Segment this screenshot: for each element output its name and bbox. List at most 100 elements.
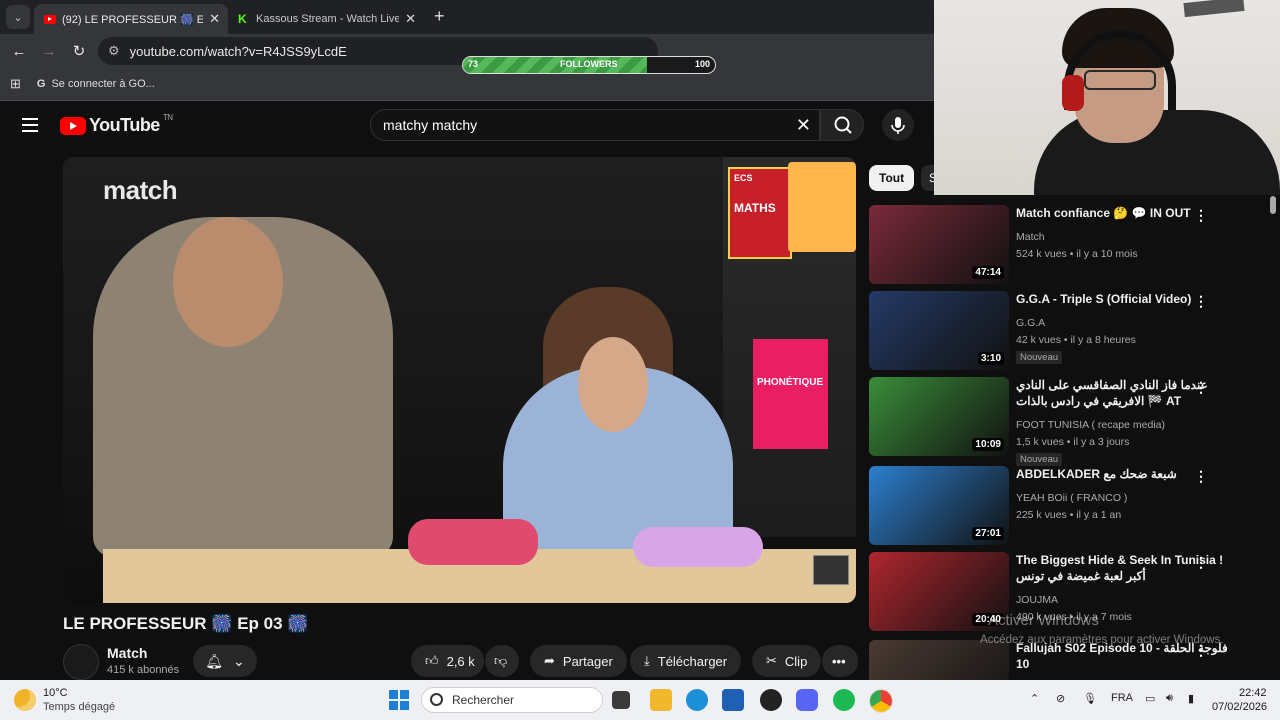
video-thumbnail[interactable]: 3:10 [869,291,1009,370]
followers-goal: 100 [694,59,710,69]
close-tab-icon[interactable]: ✕ [405,11,416,27]
video-meta: 225 k vues • il y a 1 an [1016,509,1122,521]
search-button[interactable] [820,109,864,141]
video-player[interactable]: ECS MATHS PHONÉTIQUE match [63,157,856,603]
search-icon [834,116,852,134]
followers-goal-bar: 73 FOLLOWERS 100 [462,56,716,74]
weather-desc[interactable]: Temps dégagé [43,701,115,713]
maths-book: ECS MATHS [728,167,792,259]
clock-time[interactable]: 22:42 [1239,687,1267,699]
clear-search-icon[interactable]: ✕ [796,110,811,140]
glasses [1084,70,1156,90]
site-info-icon[interactable]: ⚙ [108,43,120,59]
more-actions-button[interactable]: ••• [822,645,858,677]
scrollbar-thumb[interactable] [1270,196,1276,214]
recommendation-item[interactable]: 27:01 ABDELKADER شبعة ضحك مع YEAH BOii ( F… [869,466,1269,546]
tab-search-button[interactable]: ⌄ [6,5,30,29]
reload-icon[interactable]: ↻ [64,42,94,60]
download-button[interactable]: ⤓ Télécharger [630,645,742,677]
subscriber-count: 415 k abonnés [107,664,180,676]
youtube-logo[interactable]: YouTube TN [60,113,173,136]
edge-icon[interactable] [686,689,708,711]
more-vertical-icon[interactable]: ⋮ [1194,207,1208,224]
purple-pencil-case [633,527,763,567]
more-vertical-icon[interactable]: ⋮ [1194,379,1208,396]
windows-start-icon[interactable] [389,690,409,710]
discord-icon[interactable] [796,689,818,711]
subscription-bell-button[interactable]: 🔔︎ ⌄ [193,645,257,677]
dislike-button[interactable]: 👎︎ [485,645,519,677]
channel-avatar[interactable] [63,644,99,680]
bookmark-item[interactable]: Se connecter à GO... [51,78,154,90]
channel-name[interactable]: Match [107,645,147,661]
kick-favicon-icon: K [238,12,247,26]
channel-name[interactable]: G.G.A [1016,317,1045,329]
recommendation-item[interactable]: 3:10 G.G.A - Triple S (Official Video) G.G… [869,291,1269,371]
volume-icon[interactable]: 🔊︎ [1166,692,1173,705]
chip-next[interactable]: S [921,165,934,191]
book-label: MATHS [734,201,776,215]
language-indicator[interactable]: FRA [1111,692,1133,704]
share-button[interactable]: ➦ Partager [530,645,627,677]
close-tab-icon[interactable]: ✕ [209,11,220,27]
battery-icon[interactable]: ▮ [1188,692,1194,705]
file-explorer-icon[interactable] [650,689,672,711]
task-view-icon[interactable] [612,691,630,709]
store-icon[interactable] [722,689,744,711]
network-off-icon[interactable]: ⊘ [1056,692,1065,705]
video-meta: 524 k vues • il y a 10 mois [1016,248,1138,260]
chevron-up-icon[interactable]: ⌃ [1030,692,1039,705]
menu-icon[interactable] [22,118,38,136]
weather-moon-icon[interactable] [14,689,36,711]
weather-temp[interactable]: 10°C [43,687,68,699]
more-horizontal-icon: ••• [832,653,846,669]
search-input[interactable]: matchy matchy ✕ [370,109,820,141]
book-label: ECS [734,173,753,183]
clip-button[interactable]: ✂ Clip [752,645,822,677]
chrome-icon[interactable] [869,689,893,713]
video-thumbnail[interactable]: 10:09 [869,377,1009,456]
video-duration: 27:01 [972,527,1004,540]
download-label: Télécharger [657,653,728,669]
video-thumbnail[interactable]: 47:14 [869,205,1009,284]
channel-name[interactable]: Match [1016,231,1045,243]
video-thumbnail[interactable]: 27:01 [869,466,1009,545]
channel-name[interactable]: FOOT TUNISIA ( recape media) [1016,419,1165,431]
taskbar-search[interactable]: Rechercher [421,687,603,713]
apps-icon[interactable]: ⊞ [10,76,21,92]
tab-kassous[interactable]: K Kassous Stream - Watch Live on ✕ [228,4,424,34]
video-meta: 42 k vues • il y a 8 heures [1016,334,1136,346]
man-head [173,217,283,347]
kids-book [788,162,856,252]
channel-name[interactable]: YEAH BOii ( FRANCO ) [1016,492,1127,504]
recommendation-item[interactable]: 10:09 عندما فاز النادي الصفاقسي على الناد… [869,377,1269,466]
download-icon: ⤓ [644,653,650,668]
forward-icon[interactable]: → [34,43,64,60]
more-vertical-icon[interactable]: ⋮ [1194,554,1208,571]
spotify-icon[interactable] [833,689,855,711]
search-icon [430,693,443,706]
video-duration: 47:14 [972,266,1004,279]
like-count: 2,6 k [446,653,475,669]
more-vertical-icon[interactable]: ⋮ [1194,293,1208,310]
chevron-down-icon: ⌄ [233,652,245,669]
region-code: TN [162,113,173,122]
channel-watermark-icon[interactable] [813,555,849,585]
pink-pencil-case [408,519,538,565]
more-vertical-icon[interactable]: ⋮ [1194,468,1208,485]
followers-progress-fill [463,57,647,73]
new-tab-icon[interactable]: + [434,6,445,27]
display-icon[interactable]: ▭ [1145,692,1155,705]
clock-date[interactable]: 07/02/2026 [1212,701,1267,713]
voice-search-button[interactable] [882,109,914,141]
like-button[interactable]: 👍︎ 2,6 k [411,645,484,677]
channel-name[interactable]: JOUJMA [1016,594,1058,606]
recommendation-item[interactable]: 47:14 Match confiance 🤔 💬 IN OUT Match 524 … [869,205,1269,285]
back-icon[interactable]: ← [4,43,34,60]
obs-icon[interactable] [760,689,782,711]
tab-youtube[interactable]: (92) LE PROFESSEUR 🎆 Ep 03 🎆 ✕ [34,4,228,34]
chip-all[interactable]: Tout [869,165,915,191]
microphone-icon[interactable]: 🎙︎ [1083,692,1097,705]
share-label: Partager [562,653,613,669]
youtube-play-icon [60,116,86,135]
